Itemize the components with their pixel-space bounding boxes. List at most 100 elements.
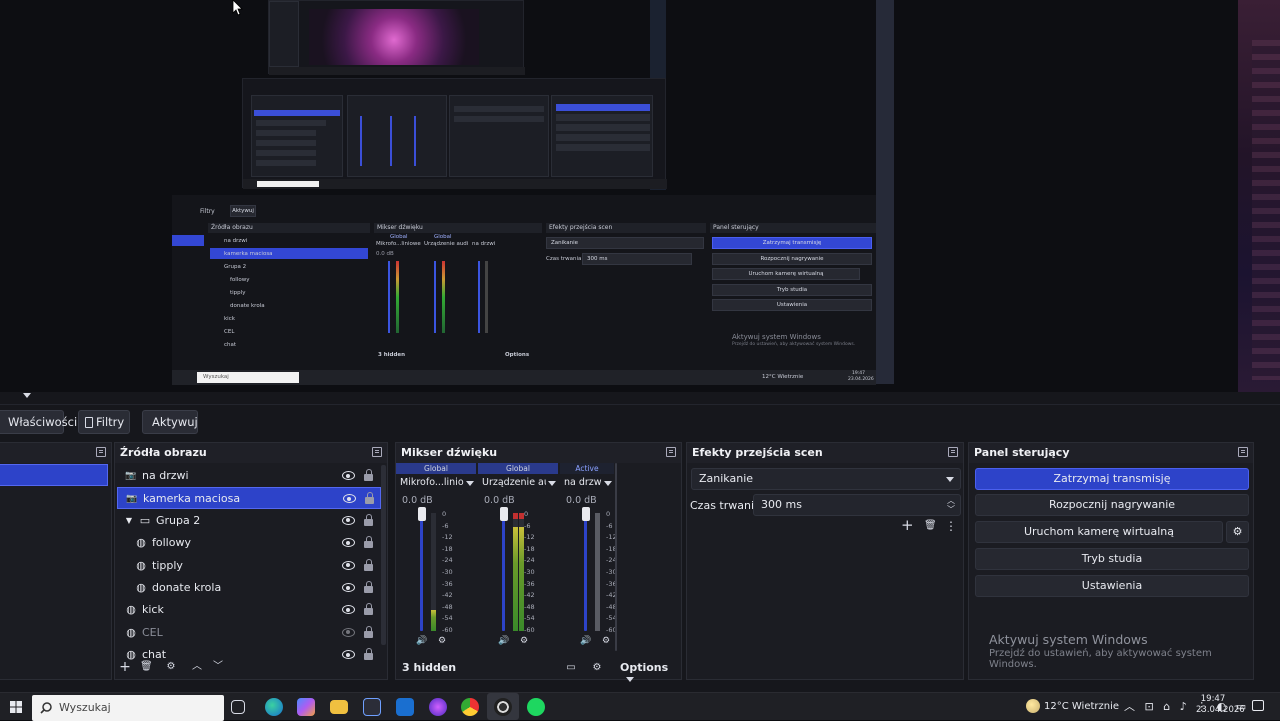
visibility-eye-icon[interactable] bbox=[342, 538, 355, 548]
copilot-icon[interactable] bbox=[297, 698, 315, 716]
duration-spinbox[interactable]: 300 ms ︿ ﹀ bbox=[753, 494, 961, 516]
settings-icon[interactable]: ⚙ bbox=[591, 662, 603, 674]
source-item[interactable]: ◍ followy bbox=[117, 532, 381, 554]
trash-icon[interactable]: 🗑 bbox=[140, 661, 153, 673]
obs-taskbar-active[interactable] bbox=[487, 693, 519, 720]
chevron-up-icon[interactable]: ︿ bbox=[191, 661, 203, 673]
speaker-icon[interactable]: 🔊 bbox=[580, 635, 592, 647]
visibility-eye-icon[interactable] bbox=[342, 650, 355, 660]
visibility-eye-icon[interactable] bbox=[342, 627, 355, 637]
lock-icon[interactable] bbox=[364, 603, 373, 616]
source-item[interactable]: ◍ tipply bbox=[117, 555, 381, 577]
lock-icon[interactable] bbox=[364, 513, 373, 526]
start-recording-button[interactable]: Rozpocznij nagrywanie bbox=[975, 494, 1249, 516]
mixer-options-button[interactable]: Options bbox=[620, 661, 681, 687]
volume-fader-handle[interactable] bbox=[499, 507, 508, 521]
lock-icon[interactable] bbox=[364, 536, 373, 549]
visibility-eye-icon[interactable] bbox=[342, 471, 355, 480]
source-item[interactable]: 📷 na drzwi bbox=[117, 465, 381, 487]
source-item[interactable]: ◍ donate krola bbox=[117, 577, 381, 599]
filters-button[interactable]: Filtry bbox=[78, 410, 130, 434]
add-source-icon[interactable]: + bbox=[119, 660, 131, 674]
lock-icon[interactable] bbox=[364, 469, 373, 481]
undock-icon[interactable] bbox=[372, 447, 382, 457]
source-item[interactable]: 📷 kamerka maciosa bbox=[117, 487, 381, 510]
visibility-eye-icon[interactable] bbox=[342, 583, 355, 592]
source-item[interactable]: ◍ chat bbox=[117, 644, 381, 666]
outlook-icon[interactable] bbox=[396, 698, 414, 716]
volume-fader[interactable] bbox=[584, 511, 587, 631]
more-options-icon[interactable]: ⋮ bbox=[945, 520, 957, 532]
source-item[interactable]: ▼ ▭ Grupa 2 bbox=[117, 510, 381, 532]
controls-title: Panel sterujący bbox=[969, 443, 1253, 463]
taskbar-search-input[interactable]: Wyszukaj bbox=[32, 695, 224, 721]
volume-fader-handle[interactable] bbox=[581, 507, 590, 521]
caret-down-icon[interactable] bbox=[466, 481, 474, 486]
obs-icon bbox=[494, 698, 512, 716]
file-explorer-icon[interactable] bbox=[330, 700, 348, 714]
gear-icon[interactable]: ⚙ bbox=[165, 661, 177, 673]
chrome-icon[interactable] bbox=[461, 698, 479, 716]
audio-settings-icon[interactable]: ⚙ bbox=[518, 635, 530, 647]
undock-icon[interactable] bbox=[1238, 447, 1248, 457]
visibility-eye-icon[interactable] bbox=[342, 515, 355, 525]
undock-icon[interactable] bbox=[948, 447, 958, 457]
studio-mode-button[interactable]: Tryb studia bbox=[975, 548, 1249, 570]
sources-scrollbar[interactable] bbox=[381, 465, 386, 645]
transition-select[interactable]: Zanikanie bbox=[691, 468, 961, 490]
scene-item-selected[interactable] bbox=[0, 464, 108, 486]
lock-icon[interactable] bbox=[364, 625, 373, 638]
task-view-icon[interactable] bbox=[231, 700, 245, 714]
meter-scale-label: -30 bbox=[442, 567, 453, 576]
caret-down-icon[interactable] bbox=[604, 481, 612, 486]
mixer-channel-name[interactable]: na drzwi bbox=[564, 476, 602, 490]
meter-scale-label: -18 bbox=[442, 544, 453, 553]
notification-icon[interactable] bbox=[1252, 700, 1264, 711]
source-item[interactable]: ◍ kick bbox=[117, 599, 381, 621]
settings-button[interactable]: Ustawienia bbox=[975, 575, 1249, 597]
lock-icon[interactable] bbox=[364, 581, 373, 593]
collapse-arrow-icon[interactable] bbox=[22, 392, 32, 400]
mixer-channel-name[interactable]: Urządzenie audio bbox=[482, 476, 546, 490]
spin-arrows-icon: ︿ ﹀ bbox=[947, 496, 955, 514]
speaker-icon[interactable]: 🔊 bbox=[498, 635, 510, 647]
audio-settings-icon[interactable]: ⚙ bbox=[600, 635, 612, 647]
speaker-icon[interactable]: 🔊 bbox=[416, 635, 428, 647]
volume-fader[interactable] bbox=[420, 511, 423, 631]
caret-down-icon[interactable] bbox=[548, 481, 556, 486]
spotify-icon[interactable] bbox=[527, 698, 545, 716]
nested-duration-label: Czas trwania bbox=[546, 256, 582, 262]
taskbar-clock[interactable]: 19:47 23.04.2026 bbox=[1196, 694, 1245, 716]
visibility-eye-icon[interactable] bbox=[342, 605, 355, 615]
mixer-hidden-count[interactable]: 3 hidden bbox=[402, 661, 456, 674]
trash-icon[interactable]: 🗑 bbox=[924, 520, 937, 532]
undock-icon[interactable] bbox=[96, 447, 106, 457]
visibility-eye-icon[interactable] bbox=[343, 494, 356, 504]
mixer-divider bbox=[615, 463, 617, 651]
expand-group-icon[interactable]: ▼ bbox=[123, 515, 135, 527]
weather-text[interactable]: 12°C Wietrznie bbox=[1044, 697, 1119, 717]
mixer-channel-name[interactable]: Mikrofo...liniowe bbox=[400, 476, 464, 490]
store-icon[interactable] bbox=[363, 698, 381, 716]
virtual-camera-settings-button[interactable]: ⚙ bbox=[1226, 521, 1249, 543]
add-transition-icon[interactable]: + bbox=[901, 518, 914, 533]
lock-icon[interactable] bbox=[364, 558, 373, 571]
visibility-eye-icon[interactable] bbox=[342, 560, 355, 570]
layout-icon[interactable]: ▭ bbox=[565, 662, 577, 674]
lock-icon[interactable] bbox=[364, 648, 373, 661]
chevron-down-icon[interactable]: ﹀ bbox=[212, 661, 224, 673]
source-item[interactable]: ◍ CEL bbox=[117, 622, 381, 644]
undock-icon[interactable] bbox=[666, 447, 676, 457]
activate-button[interactable]: Aktywuj bbox=[142, 410, 198, 434]
start-virtual-camera-button[interactable]: Uruchom kamerę wirtualną bbox=[975, 521, 1223, 543]
stop-stream-button[interactable]: Zatrzymaj transmisję bbox=[975, 468, 1249, 490]
properties-button[interactable]: Właściwości bbox=[0, 410, 77, 434]
windows-start-icon[interactable] bbox=[10, 701, 22, 713]
volume-fader-handle[interactable] bbox=[417, 507, 426, 521]
nested-mixer-panel bbox=[347, 95, 447, 177]
lock-icon[interactable] bbox=[365, 492, 374, 505]
app-icon[interactable] bbox=[429, 698, 447, 716]
volume-fader[interactable] bbox=[502, 511, 505, 631]
audio-settings-icon[interactable]: ⚙ bbox=[436, 635, 448, 647]
edge-browser-icon[interactable] bbox=[265, 698, 283, 716]
